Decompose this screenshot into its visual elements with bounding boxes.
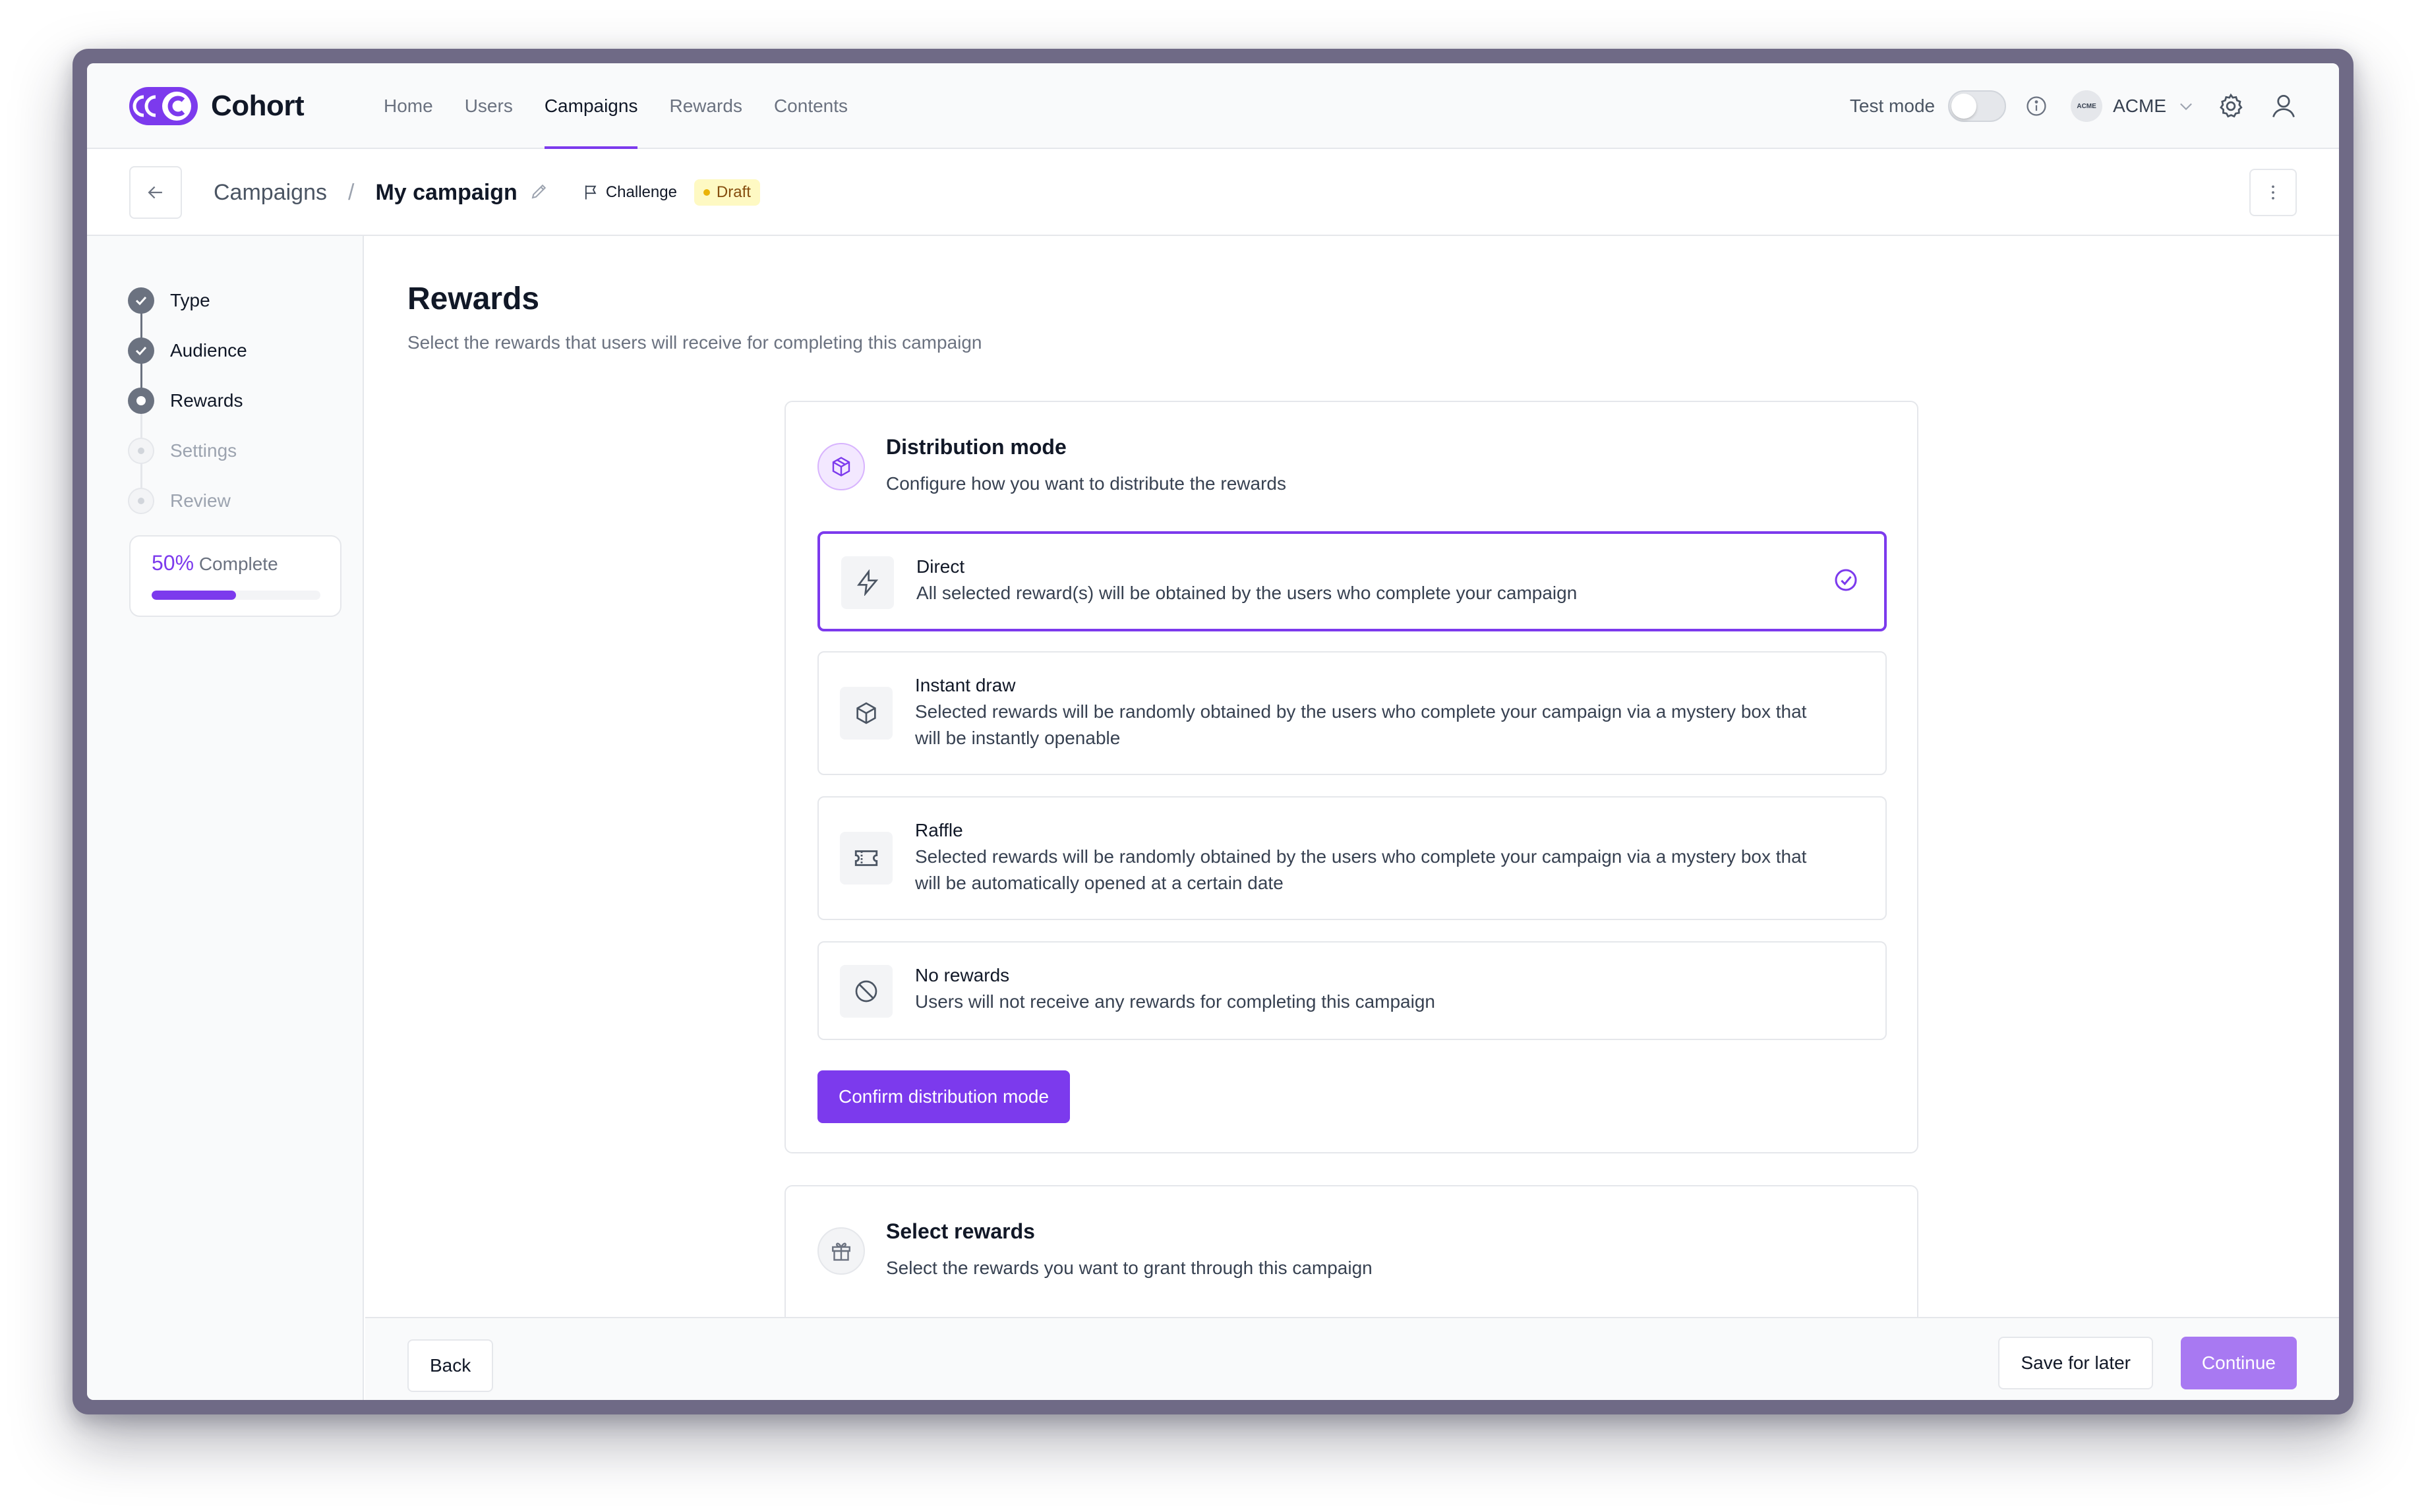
distribution-subtitle: Configure how you want to distribute the…	[886, 473, 1286, 494]
step-label: Review	[170, 490, 231, 511]
progress-text: 50% Complete	[152, 551, 278, 575]
nav-actions: Test mode ACME ACME	[1850, 63, 2299, 149]
window-frame: Cohort Home Users Campaigns Rewards Cont…	[73, 49, 2353, 1414]
breadcrumb-parent[interactable]: Campaigns	[214, 180, 327, 206]
select-rewards-subtitle: Select the rewards you want to grant thr…	[886, 1258, 1373, 1278]
current-step-icon	[128, 388, 154, 414]
campaign-name: My campaign	[375, 179, 518, 205]
pending-step-icon	[128, 438, 154, 464]
progress-bar	[152, 591, 320, 600]
check-circle-icon	[128, 337, 154, 364]
org-name: ACME	[2113, 96, 2166, 116]
ticket-icon	[840, 832, 893, 885]
step-label: Rewards	[170, 390, 243, 411]
step-audience[interactable]: Audience	[128, 326, 247, 389]
breadcrumb-separator: /	[347, 179, 355, 205]
step-label: Type	[170, 290, 210, 310]
distribution-title: Distribution mode	[886, 435, 1067, 459]
org-switcher[interactable]: ACME ACME	[2071, 90, 2195, 122]
select-rewards-title: Select rewards	[886, 1219, 1035, 1243]
page-subtitle: Select the rewards that users will recei…	[407, 332, 982, 353]
screenshot-background: Cohort Home Users Campaigns Rewards Cont…	[0, 0, 2426, 1512]
edit-pencil-icon[interactable]	[529, 181, 549, 204]
stepper: Type Audience Rewards Settings Review	[128, 276, 247, 526]
back-button[interactable]: Back	[407, 1339, 494, 1392]
ban-icon	[840, 965, 893, 1018]
progress-card: 50% Complete	[129, 535, 341, 617]
option-no-rewards[interactable]: No rewards Users will not receive any re…	[817, 941, 1887, 1040]
status-badge: Draft	[694, 179, 760, 206]
steps-sidebar: Type Audience Rewards Settings Review 50…	[87, 236, 364, 1400]
gift-icon	[817, 1227, 865, 1275]
progress-percent: 50%	[152, 551, 194, 575]
pending-step-icon	[128, 488, 154, 514]
flag-icon	[585, 185, 597, 200]
step-review[interactable]: Review	[128, 476, 247, 526]
option-description: Users will not receive any rewards for c…	[915, 991, 1435, 1012]
continue-button[interactable]: Continue	[2180, 1337, 2297, 1389]
step-connector	[140, 463, 142, 489]
more-options-button[interactable]	[2249, 169, 2297, 216]
nav-users[interactable]: Users	[465, 63, 513, 149]
lightning-icon	[841, 556, 894, 609]
confirm-distribution-button[interactable]: Confirm distribution mode	[817, 1070, 1071, 1123]
distribution-mode-card: Distribution mode Configure how you want…	[784, 401, 1918, 1153]
check-circle-icon	[1833, 567, 1859, 596]
check-circle-icon	[128, 287, 154, 314]
progress-bar-fill	[152, 591, 236, 600]
step-rewards[interactable]: Rewards	[128, 376, 247, 439]
option-direct[interactable]: Direct All selected reward(s) will be ob…	[817, 531, 1887, 631]
app-window: Cohort Home Users Campaigns Rewards Cont…	[87, 63, 2339, 1400]
step-label: Audience	[170, 340, 247, 361]
breadcrumb-bar: Campaigns / My campaign Challenge Draft	[87, 149, 2339, 236]
step-label: Settings	[170, 440, 237, 461]
option-instant-draw[interactable]: Instant draw Selected rewards will be ra…	[817, 651, 1887, 775]
chevron-down-icon	[2180, 103, 2192, 111]
top-nav: Cohort Home Users Campaigns Rewards Cont…	[87, 63, 2339, 149]
option-title: No rewards	[915, 965, 1010, 985]
nav-rewards[interactable]: Rewards	[669, 63, 742, 149]
more-vertical-icon	[2272, 185, 2274, 200]
test-mode-toggle[interactable]	[1948, 90, 2007, 122]
step-connector	[140, 363, 142, 389]
breadcrumb: Campaigns / My campaign Challenge Draft	[214, 149, 760, 236]
option-description: All selected reward(s) will be obtained …	[916, 583, 1578, 603]
option-description: Selected rewards will be randomly obtain…	[915, 701, 1807, 748]
logo[interactable]: Cohort	[129, 87, 305, 125]
arrow-left-icon	[148, 186, 162, 199]
status-dot	[703, 189, 710, 196]
campaign-type-label: Challenge	[605, 183, 677, 201]
nav-home[interactable]: Home	[384, 63, 433, 149]
box-icon	[840, 687, 893, 740]
back-arrow-button[interactable]	[129, 166, 182, 219]
option-description: Selected rewards will be randomly obtain…	[915, 846, 1807, 893]
nav-contents[interactable]: Contents	[774, 63, 848, 149]
nav-campaigns[interactable]: Campaigns	[544, 63, 637, 149]
save-for-later-button[interactable]: Save for later	[1998, 1337, 2153, 1389]
step-type[interactable]: Type	[128, 276, 247, 339]
option-title: Direct	[916, 556, 965, 577]
option-raffle[interactable]: Raffle Selected rewards will be randomly…	[817, 796, 1887, 920]
option-title: Instant draw	[915, 675, 1016, 695]
page-title: Rewards	[407, 281, 540, 316]
status-label: Draft	[716, 183, 751, 201]
main-content: Rewards Select the rewards that users wi…	[365, 236, 2339, 1400]
step-connector	[140, 312, 142, 339]
app-name: Cohort	[211, 90, 305, 122]
info-icon[interactable]	[2021, 90, 2052, 122]
step-settings[interactable]: Settings	[128, 426, 247, 489]
settings-gear-icon[interactable]	[2215, 90, 2247, 122]
footer-actions: Back Save for later Continue	[365, 1317, 2339, 1400]
campaign-type-chip: Challenge	[576, 179, 684, 206]
cohort-logo-icon	[129, 87, 198, 125]
main-nav: Home Users Campaigns Rewards Contents	[384, 63, 879, 149]
progress-suffix: Complete	[194, 554, 278, 574]
org-logo: ACME	[2071, 90, 2103, 122]
test-mode-label: Test mode	[1849, 96, 1936, 116]
user-account-icon[interactable]	[2268, 90, 2299, 122]
package-icon	[817, 443, 865, 490]
option-title: Raffle	[915, 820, 963, 840]
step-connector	[140, 413, 142, 439]
